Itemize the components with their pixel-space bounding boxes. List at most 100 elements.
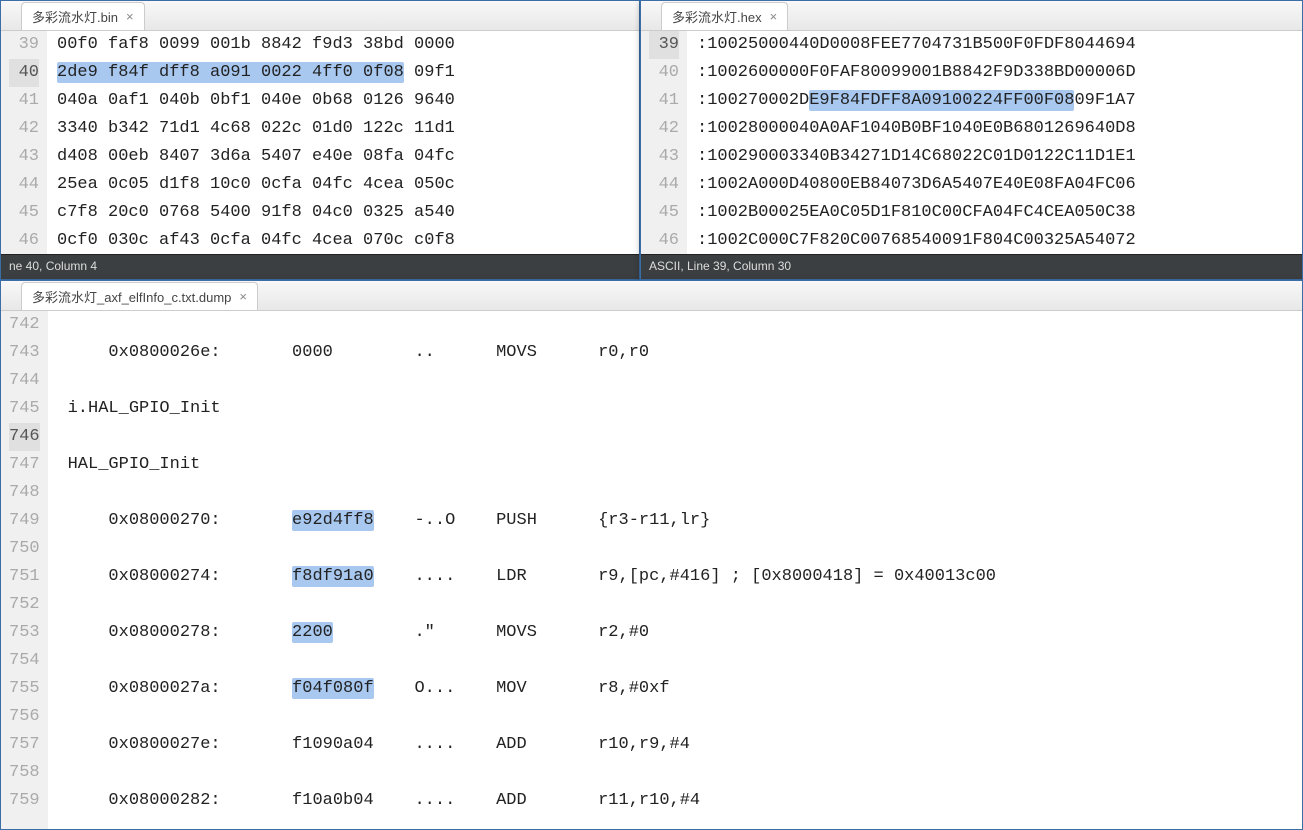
disasm-address: 0x0800027a: [68, 679, 292, 698]
text-segment: 25ea 0c05 d1f8 10c0 0cfa 04fc 4cea 050c [57, 175, 455, 194]
text-segment: :100270002D [697, 91, 809, 110]
disasm-row[interactable] [68, 367, 1302, 395]
code-row[interactable]: c7f8 20c0 0768 5400 91f8 04c0 0325 a540 [57, 199, 639, 227]
disasm-address: 0x08000278: [68, 623, 292, 642]
text-segment: :10025000440D0008FEE7704731B500F0FDF8044… [697, 35, 1136, 54]
tab-label: 多彩流水灯.hex [672, 7, 762, 26]
disasm-operands: ." MOVS r2,#0 [333, 623, 649, 642]
line-number: 749 [9, 507, 40, 535]
disasm-opcode: f1090a04 [292, 735, 374, 754]
text-segment: :1002B00025EA0C05D1F810C00CFA04FC4CEA050… [697, 203, 1136, 222]
code-row[interactable]: 040a 0af1 040b 0bf1 040e 0b68 0126 9640 [57, 87, 639, 115]
code-row[interactable]: :1002B00025EA0C05D1F810C00CFA04FC4CEA050… [697, 199, 1302, 227]
disasm-row[interactable]: 0x0800026e: 0000 .. MOVS r0,r0 [68, 339, 1302, 367]
disasm-opcode: f04f080f [292, 678, 374, 699]
line-number: 757 [9, 731, 40, 759]
line-number: 753 [9, 619, 40, 647]
disasm-label: HAL_GPIO_Init [68, 455, 201, 474]
line-number: 42 [9, 115, 39, 143]
disasm-row[interactable] [68, 423, 1302, 451]
bin-window: 多彩流水灯.bin × 3940414243444546 00f0 faf8 0… [0, 0, 640, 280]
code-bin[interactable]: 00f0 faf8 0099 001b 8842 f9d3 38bd 0000 2… [47, 31, 639, 254]
line-number: 46 [649, 227, 679, 254]
gutter-hex: 3940414243444546 [641, 31, 687, 254]
line-number: 746 [9, 423, 40, 451]
code-row[interactable]: :1002A000D40800EB84073D6A5407E40E08FA04F… [697, 171, 1302, 199]
code-row[interactable]: :1002600000F0FAF80099001B8842F9D338BD000… [697, 59, 1302, 87]
text-segment: :1002600000F0FAF80099001B8842F9D338BD000… [697, 63, 1136, 82]
code-row[interactable]: :10025000440D0008FEE7704731B500F0FDF8044… [697, 31, 1302, 59]
code-hex[interactable]: :10025000440D0008FEE7704731B500F0FDF8044… [687, 31, 1302, 254]
tab-dump[interactable]: 多彩流水灯_axf_elfInfo_c.txt.dump × [21, 282, 258, 310]
text-segment: :1002C000C7F820C00768540091F804C00325A54… [697, 231, 1136, 250]
text-segment: 00f0 faf8 0099 001b 8842 f9d3 38bd 0000 [57, 35, 455, 54]
code-row[interactable]: 2de9 f84f dff8 a091 0022 4ff0 0f08 09f1 [57, 59, 639, 87]
tabbar-bin: 多彩流水灯.bin × [1, 1, 639, 31]
disasm-row[interactable]: HAL_GPIO_Init [68, 451, 1302, 479]
disasm-operands: -..O PUSH {r3-r11,lr} [374, 511, 711, 530]
tab-label: 多彩流水灯.bin [32, 7, 118, 26]
code-row[interactable]: 3340 b342 71d1 4c68 022c 01d0 122c 11d1 [57, 115, 639, 143]
disasm-row[interactable]: 0x0800027a: f04f080f O... MOV r8,#0xf [68, 675, 1302, 703]
disasm-row[interactable] [68, 535, 1302, 563]
tab-hex[interactable]: 多彩流水灯.hex × [661, 2, 788, 30]
code-row[interactable]: :1002C000C7F820C00768540091F804C00325A54… [697, 227, 1302, 254]
disasm-opcode: f8df91a0 [292, 566, 374, 587]
disasm-address: 0x0800027e: [68, 735, 292, 754]
disasm-row[interactable] [68, 479, 1302, 507]
code-row[interactable]: d408 00eb 8407 3d6a 5407 e40e 08fa 04fc [57, 143, 639, 171]
disasm-row[interactable] [68, 591, 1302, 619]
disasm-operands: .... ADD r11,r10,#4 [374, 791, 700, 810]
disasm-row[interactable]: 0x08000278: 2200 ." MOVS r2,#0 [68, 619, 1302, 647]
close-icon[interactable]: × [770, 10, 778, 23]
line-number: 744 [9, 367, 40, 395]
disasm-row[interactable]: i.HAL_GPIO_Init [68, 395, 1302, 423]
line-number: 42 [649, 115, 679, 143]
dump-window: 多彩流水灯_axf_elfInfo_c.txt.dump × 742743744… [0, 280, 1303, 830]
text-segment: 09f1 [404, 63, 455, 82]
disasm-address: 0x08000274: [68, 567, 292, 586]
tab-bin[interactable]: 多彩流水灯.bin × [21, 2, 145, 30]
disasm-row[interactable]: 0x0800027e: f1090a04 .... ADD r10,r9,#4 [68, 731, 1302, 759]
code-row[interactable]: :100290003340B34271D14C68022C01D0122C11D… [697, 143, 1302, 171]
code-row[interactable]: 25ea 0c05 d1f8 10c0 0cfa 04fc 4cea 050c [57, 171, 639, 199]
disasm-address: 0x08000282: [68, 791, 292, 810]
code-row[interactable]: 00f0 faf8 0099 001b 8842 f9d3 38bd 0000 [57, 31, 639, 59]
disasm-row[interactable] [68, 759, 1302, 787]
disasm-opcode: 2200 [292, 622, 333, 643]
code-row[interactable]: :10028000040A0AF1040B0BF1040E0B680126964… [697, 115, 1302, 143]
disasm-operands: .... ADD r10,r9,#4 [374, 735, 690, 754]
line-number: 40 [649, 59, 679, 87]
code-row[interactable]: :100270002DE9F84FDFF8A09100224FF00F0809F… [697, 87, 1302, 115]
editor-bin[interactable]: 3940414243444546 00f0 faf8 0099 001b 884… [1, 31, 639, 254]
disasm-opcode: 0000 [292, 343, 333, 362]
disasm-row[interactable] [68, 703, 1302, 731]
disasm-address: 0x08000270: [68, 511, 292, 530]
disasm-row[interactable]: 0x08000282: f10a0b04 .... ADD r11,r10,#4 [68, 787, 1302, 815]
disasm-row[interactable] [68, 647, 1302, 675]
code-dump[interactable]: 0x0800026e: 0000 .. MOVS r0,r0 i.HAL_GPIO… [48, 311, 1302, 829]
hex-window: 多彩流水灯.hex × 3940414243444546 :1002500044… [640, 0, 1303, 280]
gutter-dump: 7427437447457467477487497507517527537547… [1, 311, 48, 829]
tabbar-dump: 多彩流水灯_axf_elfInfo_c.txt.dump × [1, 281, 1302, 311]
line-number: 751 [9, 563, 40, 591]
highlighted-segment: 2de9 f84f dff8 a091 0022 4ff0 0f08 [57, 62, 404, 83]
line-number: 44 [649, 171, 679, 199]
disasm-opcode: f10a0b04 [292, 791, 374, 810]
line-number: 43 [9, 143, 39, 171]
line-number: 40 [9, 59, 39, 87]
code-row[interactable]: 0cf0 030c af43 0cfa 04fc 4cea 070c c0f8 [57, 227, 639, 254]
line-number: 754 [9, 647, 40, 675]
disasm-row[interactable]: 0x08000270: e92d4ff8 -..O PUSH {r3-r11,l… [68, 507, 1302, 535]
statusbar-hex: ASCII, Line 39, Column 30 [641, 254, 1302, 279]
editor-hex[interactable]: 3940414243444546 :10025000440D0008FEE770… [641, 31, 1302, 254]
text-segment: c7f8 20c0 0768 5400 91f8 04c0 0325 a540 [57, 203, 455, 222]
disasm-row[interactable] [68, 311, 1302, 339]
line-number: 752 [9, 591, 40, 619]
line-number: 743 [9, 339, 40, 367]
disasm-row[interactable]: 0x08000274: f8df91a0 .... LDR r9,[pc,#41… [68, 563, 1302, 591]
close-icon[interactable]: × [126, 10, 134, 23]
editor-dump[interactable]: 7427437447457467477487497507517527537547… [1, 311, 1302, 829]
close-icon[interactable]: × [239, 290, 247, 303]
line-number: 43 [649, 143, 679, 171]
